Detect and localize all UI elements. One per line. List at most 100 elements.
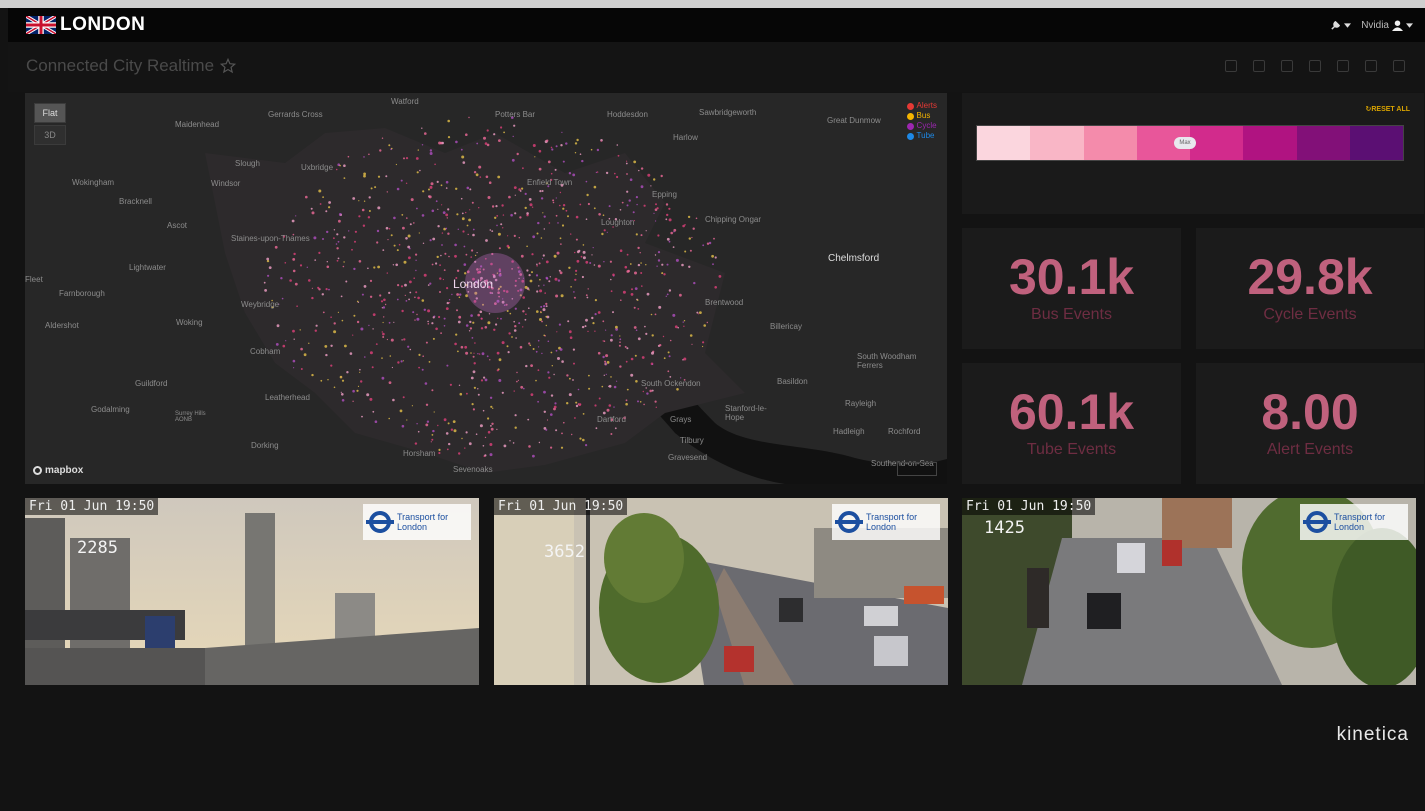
event-dot [438, 315, 441, 319]
event-dot [572, 348, 576, 351]
event-dot [406, 217, 408, 219]
event-dot [565, 209, 568, 212]
event-dot [546, 419, 549, 421]
event-dot [386, 338, 388, 341]
event-dot [466, 392, 468, 395]
event-dot [586, 193, 589, 197]
event-dot [328, 288, 330, 291]
event-dot [435, 262, 438, 265]
event-dot [604, 363, 607, 365]
map-legend: Alerts Bus Cycle Tube [906, 101, 937, 141]
bus-dot-icon [906, 112, 914, 120]
event-map[interactable]: Flat 3D Alerts Bus Cycle Tube Watford Ge… [25, 93, 947, 484]
tools-menu[interactable] [1330, 20, 1352, 31]
event-dot [535, 379, 537, 382]
event-dot [453, 429, 457, 433]
event-dot [448, 442, 451, 446]
3d-view-button[interactable]: 3D [34, 125, 66, 145]
legend-cycle[interactable]: Cycle [906, 121, 937, 131]
flat-view-button[interactable]: Flat [34, 103, 66, 123]
reset-all-button[interactable]: ↻RESET ALL [1365, 105, 1410, 113]
settings-icon[interactable] [1309, 60, 1321, 72]
traffic-camera-1[interactable]: Fri 01 Jun 19:50 2285 Transport for Lond… [25, 498, 479, 685]
event-dot [381, 307, 384, 309]
event-dot [382, 249, 385, 252]
metric-cycle: 29.8k Cycle Events [1196, 228, 1424, 349]
event-dot [393, 321, 395, 323]
event-dot [606, 408, 610, 412]
event-dot [590, 148, 593, 151]
mapbox-attribution[interactable]: mapbox [33, 465, 83, 476]
event-dot [474, 342, 476, 344]
event-dot [410, 198, 414, 202]
event-dot [282, 344, 286, 348]
event-dot [363, 200, 366, 202]
traffic-camera-3[interactable]: Fri 01 Jun 19:50 1425 Transport for Lond… [962, 498, 1416, 685]
event-dot [465, 211, 467, 214]
event-dot [543, 284, 545, 286]
event-dot [656, 265, 658, 267]
event-dot [296, 305, 298, 307]
event-dot [471, 201, 474, 204]
event-dot [308, 342, 310, 344]
info-icon[interactable] [1253, 60, 1265, 72]
event-dot [446, 301, 449, 305]
event-dot [561, 131, 563, 133]
place-label: Hoddesdon [607, 110, 648, 119]
range-slider-handle[interactable]: Max [1174, 137, 1196, 149]
event-dot [547, 160, 551, 164]
event-dot [547, 340, 550, 343]
event-dot [310, 207, 313, 210]
traffic-camera-2[interactable]: Fri 01 Jun 19:50 3652 Transport for Lond… [494, 498, 948, 685]
event-dot [429, 149, 433, 152]
event-dot [535, 350, 538, 353]
save-icon[interactable] [1337, 60, 1349, 72]
event-dot [581, 159, 584, 163]
event-dot [513, 320, 515, 323]
event-dot [532, 235, 536, 239]
star-icon[interactable] [220, 58, 237, 74]
kinetica-logo: kinetica [1336, 724, 1409, 745]
event-dot [395, 263, 399, 267]
event-dot [445, 213, 449, 217]
event-dot [529, 344, 532, 347]
event-dot [472, 408, 475, 411]
event-dot [615, 325, 618, 329]
event-dot [280, 277, 283, 280]
event-dot [473, 171, 477, 174]
event-dot [518, 322, 521, 325]
place-label: Epping [652, 190, 677, 199]
user-menu[interactable]: Nvidia [1361, 20, 1413, 31]
event-dot [536, 232, 539, 235]
event-dot [408, 298, 410, 301]
event-dot [443, 269, 446, 271]
event-dot [532, 454, 535, 458]
event-dot [538, 441, 541, 444]
brand[interactable]: LONDON [26, 14, 145, 36]
gradient-swatch [1083, 126, 1137, 160]
event-dot [328, 201, 331, 204]
legend-bus[interactable]: Bus [906, 111, 937, 121]
legend-tube[interactable]: Tube [906, 131, 937, 141]
event-dot [489, 229, 492, 231]
event-dot [326, 230, 329, 234]
event-dot [478, 165, 482, 169]
event-dot [531, 253, 534, 256]
event-dot [672, 313, 676, 317]
event-dot [514, 325, 517, 328]
event-dot [461, 437, 463, 440]
event-dot [451, 293, 453, 296]
refresh-icon[interactable] [1225, 60, 1237, 72]
place-label: Lightwater [129, 263, 166, 272]
fullscreen-icon[interactable] [1393, 60, 1405, 72]
event-dot [487, 417, 490, 420]
event-dot [650, 185, 652, 187]
event-dot [427, 320, 429, 323]
legend-alerts[interactable]: Alerts [906, 101, 937, 111]
event-dot [522, 310, 525, 313]
event-dot [574, 142, 578, 145]
edit-icon[interactable] [1365, 60, 1377, 72]
metric-value: 29.8k [1247, 249, 1373, 305]
event-dot [587, 202, 591, 206]
add-icon[interactable] [1281, 60, 1293, 72]
